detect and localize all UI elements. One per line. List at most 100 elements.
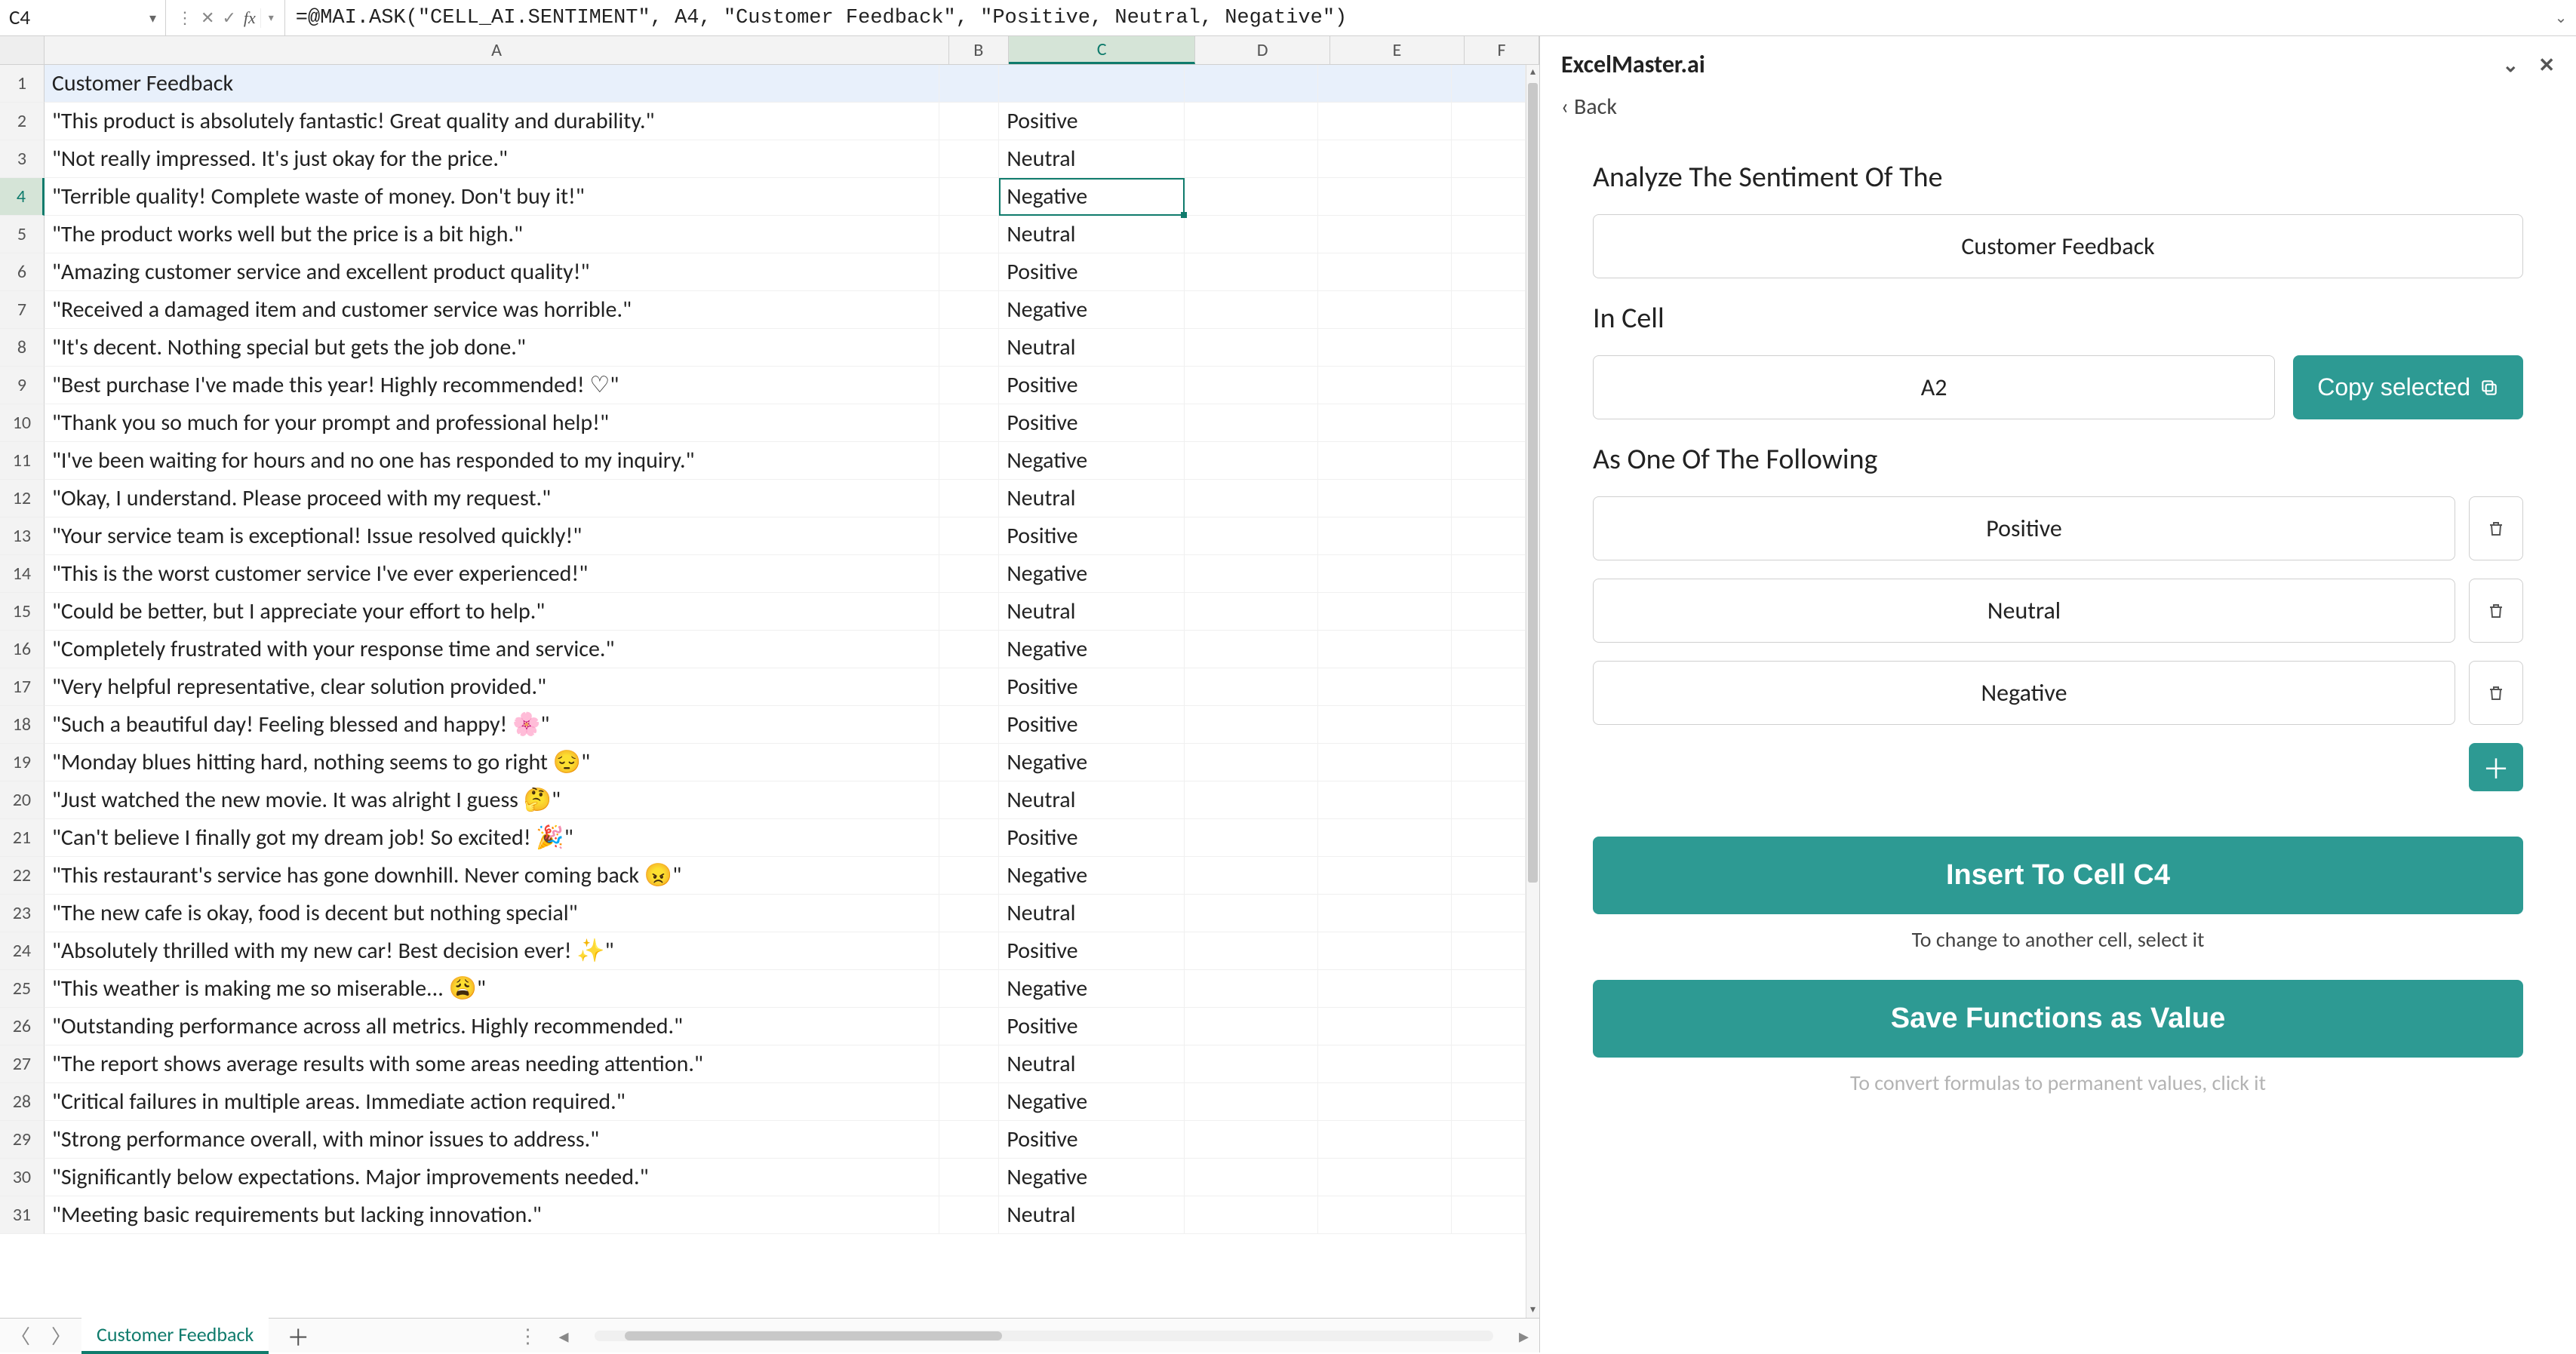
cell-E25[interactable] — [1318, 970, 1452, 1008]
cell-D21[interactable] — [1185, 819, 1318, 857]
cell-C5[interactable]: Neutral — [999, 216, 1185, 253]
cell-E13[interactable] — [1318, 517, 1452, 555]
in-cell-field[interactable]: A2 — [1593, 355, 2275, 419]
cell-D6[interactable] — [1185, 253, 1318, 291]
col-header-D[interactable]: D — [1195, 36, 1329, 64]
cell-A7[interactable]: "Received a damaged item and customer se… — [45, 291, 940, 329]
cell-A5[interactable]: "The product works well but the price is… — [45, 216, 940, 253]
cell-D16[interactable] — [1185, 631, 1318, 668]
cell-A21[interactable]: "Can't believe I finally got my dream jo… — [45, 819, 940, 857]
cell-E1[interactable] — [1318, 65, 1452, 103]
cell-E4[interactable] — [1318, 178, 1452, 216]
cell-A27[interactable]: "The report shows average results with s… — [45, 1045, 940, 1083]
cell-B21[interactable] — [939, 819, 999, 857]
cell-E2[interactable] — [1318, 103, 1452, 140]
cell-C10[interactable]: Positive — [999, 404, 1185, 442]
cell-E18[interactable] — [1318, 706, 1452, 744]
cell-B20[interactable] — [939, 781, 999, 819]
cell-F25[interactable] — [1452, 970, 1526, 1008]
row-header[interactable]: 12 — [0, 480, 45, 517]
cell-B24[interactable] — [939, 932, 999, 970]
row-header[interactable]: 17 — [0, 668, 45, 706]
cell-C8[interactable]: Neutral — [999, 329, 1185, 367]
row-header[interactable]: 23 — [0, 895, 45, 932]
row-header[interactable]: 26 — [0, 1008, 45, 1045]
col-header-E[interactable]: E — [1330, 36, 1465, 64]
cell-A14[interactable]: "This is the worst customer service I've… — [45, 555, 940, 593]
add-option-button[interactable]: ＋ — [2469, 743, 2523, 791]
hscroll-left-icon[interactable]: ◂ — [549, 1324, 579, 1348]
row-header[interactable]: 27 — [0, 1045, 45, 1083]
delete-option-button[interactable] — [2469, 579, 2523, 643]
row-header[interactable]: 16 — [0, 631, 45, 668]
scroll-down-icon[interactable]: ▾ — [1526, 1303, 1539, 1318]
cell-A18[interactable]: "Such a beautiful day! Feeling blessed a… — [45, 706, 940, 744]
row-header[interactable]: 28 — [0, 1083, 45, 1121]
cell-A30[interactable]: "Significantly below expectations. Major… — [45, 1159, 940, 1196]
cell-E29[interactable] — [1318, 1121, 1452, 1159]
cell-E23[interactable] — [1318, 895, 1452, 932]
scroll-thumb[interactable] — [1528, 83, 1538, 883]
cell-F26[interactable] — [1452, 1008, 1526, 1045]
horizontal-scrollbar[interactable] — [595, 1331, 1493, 1341]
vertical-scrollbar[interactable]: ▴ ▾ — [1526, 65, 1539, 1318]
cell-A13[interactable]: "Your service team is exceptional! Issue… — [45, 517, 940, 555]
cell-E12[interactable] — [1318, 480, 1452, 517]
cell-A26[interactable]: "Outstanding performance across all metr… — [45, 1008, 940, 1045]
cell-D22[interactable] — [1185, 857, 1318, 895]
cell-B15[interactable] — [939, 593, 999, 631]
cell-A24[interactable]: "Absolutely thrilled with my new car! Be… — [45, 932, 940, 970]
cell-C3[interactable]: Neutral — [999, 140, 1185, 178]
cell-B7[interactable] — [939, 291, 999, 329]
cell-B30[interactable] — [939, 1159, 999, 1196]
cell-B6[interactable] — [939, 253, 999, 291]
cell-D9[interactable] — [1185, 367, 1318, 404]
cell-A17[interactable]: "Very helpful representative, clear solu… — [45, 668, 940, 706]
cell-C4[interactable]: Negative — [999, 178, 1185, 216]
select-all-corner[interactable] — [0, 36, 45, 64]
cell-D19[interactable] — [1185, 744, 1318, 781]
sheet-menu-icon[interactable]: ⋮ — [508, 1324, 549, 1348]
cell-C16[interactable]: Negative — [999, 631, 1185, 668]
cell-E3[interactable] — [1318, 140, 1452, 178]
cell-F9[interactable] — [1452, 367, 1526, 404]
formula-input[interactable]: =@MAI.ASK("CELL_AI.SENTIMENT", A4, "Cust… — [285, 7, 2546, 29]
cell-A15[interactable]: "Could be better, but I appreciate your … — [45, 593, 940, 631]
cell-C7[interactable]: Negative — [999, 291, 1185, 329]
cell-D12[interactable] — [1185, 480, 1318, 517]
cell-F19[interactable] — [1452, 744, 1526, 781]
hscroll-right-icon[interactable]: ▸ — [1508, 1324, 1539, 1348]
cell-E8[interactable] — [1318, 329, 1452, 367]
cell-D18[interactable] — [1185, 706, 1318, 744]
cell-D27[interactable] — [1185, 1045, 1318, 1083]
cell-E21[interactable] — [1318, 819, 1452, 857]
cell-A9[interactable]: "Best purchase I've made this year! High… — [45, 367, 940, 404]
cell-A1[interactable]: Customer Feedback — [45, 65, 940, 103]
option-field[interactable]: Positive — [1593, 496, 2455, 560]
cell-E31[interactable] — [1318, 1196, 1452, 1234]
cell-B28[interactable] — [939, 1083, 999, 1121]
cell-E30[interactable] — [1318, 1159, 1452, 1196]
col-header-B[interactable]: B — [949, 36, 1009, 64]
cell-B1[interactable] — [939, 65, 999, 103]
cell-F12[interactable] — [1452, 480, 1526, 517]
cell-D10[interactable] — [1185, 404, 1318, 442]
cell-B9[interactable] — [939, 367, 999, 404]
delete-option-button[interactable] — [2469, 661, 2523, 725]
cell-D28[interactable] — [1185, 1083, 1318, 1121]
row-header[interactable]: 14 — [0, 555, 45, 593]
dots-icon[interactable]: ⋮ — [177, 8, 193, 28]
cell-E6[interactable] — [1318, 253, 1452, 291]
row-header[interactable]: 13 — [0, 517, 45, 555]
cell-B17[interactable] — [939, 668, 999, 706]
cell-C9[interactable]: Positive — [999, 367, 1185, 404]
cell-B25[interactable] — [939, 970, 999, 1008]
row-header[interactable]: 1 — [0, 65, 45, 103]
scroll-up-icon[interactable]: ▴ — [1526, 65, 1539, 80]
cell-A29[interactable]: "Strong performance overall, with minor … — [45, 1121, 940, 1159]
cell-D17[interactable] — [1185, 668, 1318, 706]
row-header[interactable]: 7 — [0, 291, 45, 329]
grid[interactable]: 1Customer Feedback2"This product is abso… — [0, 65, 1526, 1234]
cell-C20[interactable]: Neutral — [999, 781, 1185, 819]
cell-D24[interactable] — [1185, 932, 1318, 970]
